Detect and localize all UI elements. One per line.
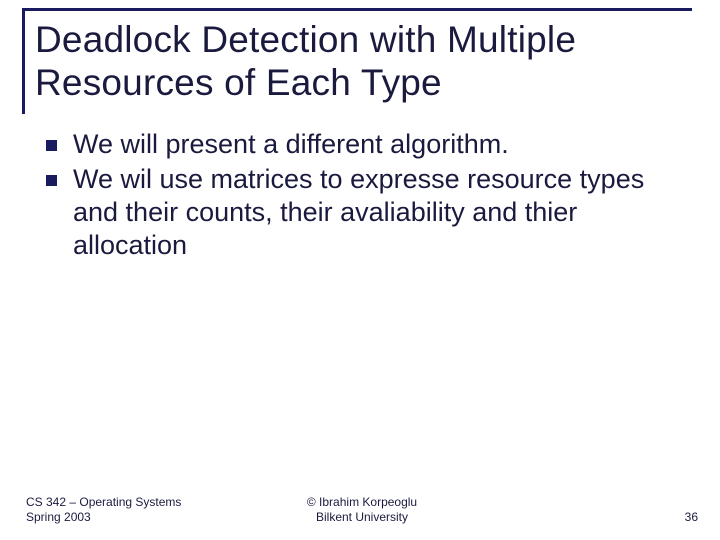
footer: CS 342 – Operating Systems Spring 2003 ©… [0, 495, 720, 526]
term: Spring 2003 [26, 510, 250, 526]
slide: Deadlock Detection with Multiple Resourc… [0, 0, 720, 540]
page-number: 36 [685, 510, 698, 524]
bullet-icon [46, 140, 57, 151]
slide-title: Deadlock Detection with Multiple Resourc… [35, 19, 678, 104]
university: Bilkent University [250, 510, 474, 526]
bullet-text: We will present a different algorithm. [73, 128, 509, 161]
footer-left: CS 342 – Operating Systems Spring 2003 [26, 495, 250, 526]
body: We will present a different algorithm. W… [46, 128, 666, 264]
course-code: CS 342 – Operating Systems [26, 495, 250, 511]
bullet-text: We wil use matrices to expresse resource… [73, 163, 666, 262]
copyright: © Ibrahim Korpeoglu [250, 495, 474, 511]
title-box: Deadlock Detection with Multiple Resourc… [22, 8, 692, 114]
footer-center: © Ibrahim Korpeoglu Bilkent University [250, 495, 474, 526]
bullet-icon [46, 175, 57, 186]
list-item: We wil use matrices to expresse resource… [46, 163, 666, 262]
list-item: We will present a different algorithm. [46, 128, 666, 161]
footer-right: 36 [474, 510, 698, 526]
